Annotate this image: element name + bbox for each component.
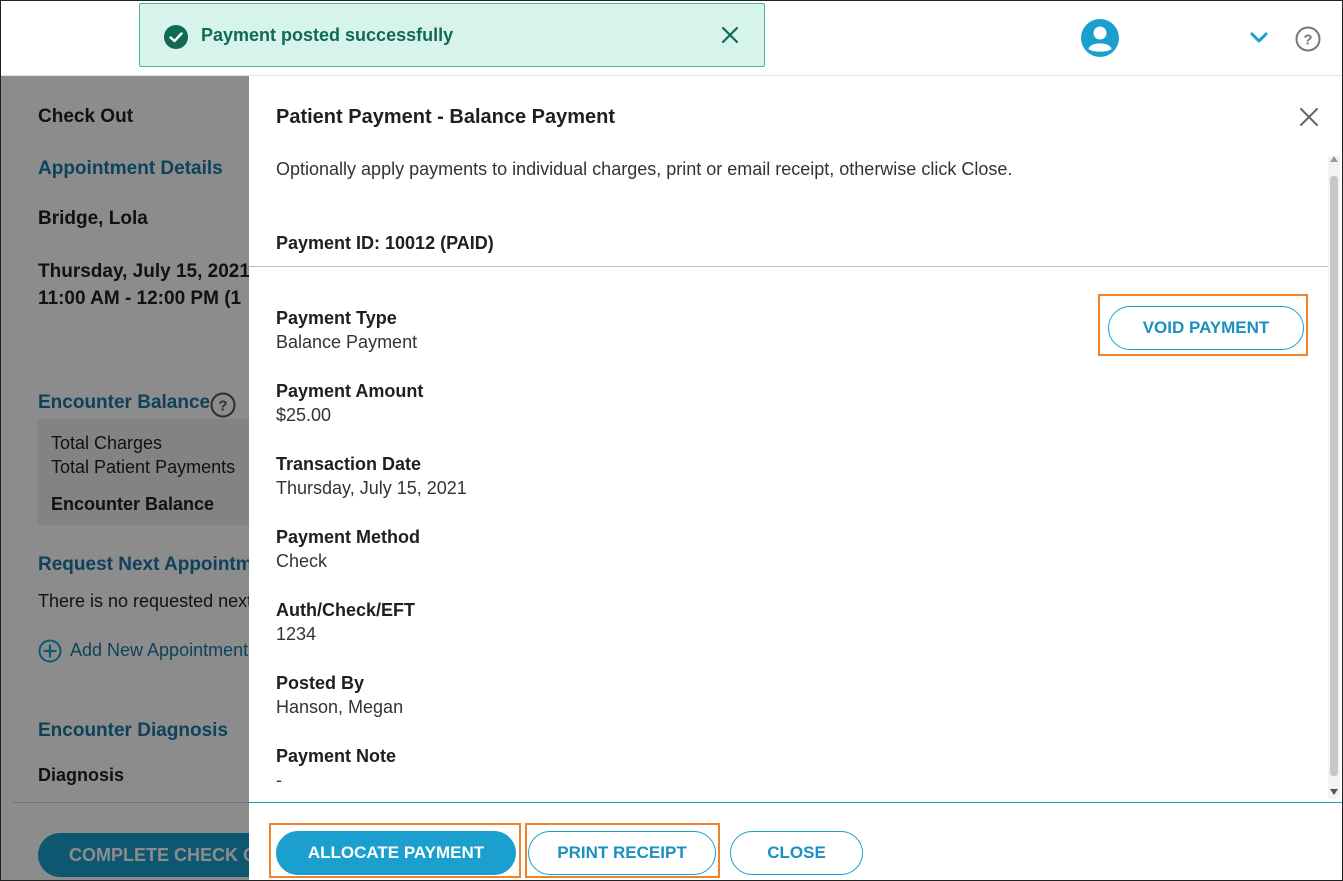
scroll-down-arrow[interactable] (1330, 789, 1338, 795)
posted-by-label: Posted By (276, 673, 365, 693)
user-avatar-icon[interactable] (1081, 19, 1119, 57)
payment-amount-label: Payment Amount (276, 381, 424, 401)
payment-note-value: - (276, 770, 282, 790)
payment-type-label: Payment Type (276, 308, 397, 328)
payment-id-divider (249, 266, 1328, 267)
payment-id: Payment ID: 10012 (PAID) (276, 233, 494, 253)
svg-text:?: ? (1303, 32, 1312, 49)
void-payment-button[interactable]: VOID PAYMENT (1108, 306, 1304, 350)
scrollbar[interactable] (1328, 156, 1340, 799)
app-window: Payment posted successfully ? Check Out … (0, 0, 1343, 881)
transaction-date-value: Thursday, July 15, 2021 (276, 478, 467, 498)
payment-amount-value: $25.00 (276, 405, 332, 425)
modal-title: Patient Payment - Balance Payment (276, 106, 616, 128)
auth-check-eft-value: 1234 (276, 624, 317, 644)
allocate-payment-button[interactable]: ALLOCATE PAYMENT (276, 831, 516, 875)
chevron-down-icon[interactable] (1249, 31, 1269, 45)
scroll-thumb[interactable] (1330, 176, 1338, 776)
payment-type-value: Balance Payment (276, 332, 418, 352)
check-circle-icon (164, 25, 188, 49)
help-icon[interactable]: ? (1295, 26, 1321, 52)
scroll-up-arrow[interactable] (1330, 156, 1338, 162)
toast-message: Payment posted successfully (201, 25, 454, 45)
payment-method-label: Payment Method (276, 527, 421, 547)
success-toast: Payment posted successfully (139, 3, 765, 67)
auth-check-eft-label: Auth/Check/EFT (276, 600, 416, 620)
close-toast-icon[interactable] (720, 25, 740, 45)
payment-method-value: Check (276, 551, 328, 571)
print-receipt-button[interactable]: PRINT RECEIPT (528, 831, 716, 875)
payment-modal: Patient Payment - Balance Payment Option… (249, 76, 1342, 880)
modal-overlay (1, 76, 249, 880)
close-button[interactable]: CLOSE (730, 831, 863, 875)
modal-footer-divider (249, 802, 1342, 803)
modal-description: Optionally apply payments to individual … (276, 159, 1013, 179)
top-bar: Payment posted successfully ? (1, 1, 1342, 76)
close-icon[interactable] (1299, 107, 1319, 127)
void-payment-highlight: VOID PAYMENT (1098, 294, 1308, 356)
payment-note-label: Payment Note (276, 746, 397, 766)
posted-by-value: Hanson, Megan (276, 697, 404, 717)
transaction-date-label: Transaction Date (276, 454, 422, 474)
